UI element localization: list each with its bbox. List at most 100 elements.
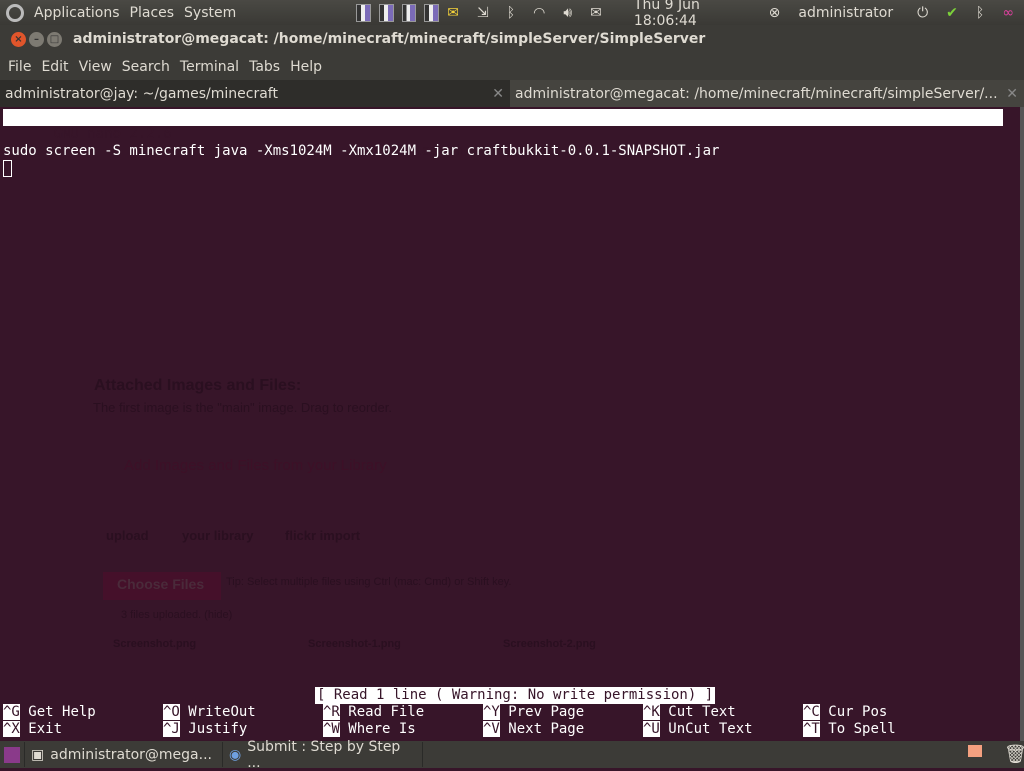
taskbar-label: Submit : Step by Step ... [247, 738, 401, 771]
terminal-tabs: administrator@jay: ~/games/minecraft ✕ a… [0, 80, 1024, 107]
notes-icon[interactable]: ✉ [447, 5, 459, 21]
shortcut-label: Cur Pos [828, 704, 888, 720]
power-icon[interactable]: ⏻ [917, 5, 928, 21]
shortcut-key: ^G [3, 704, 20, 720]
window-title: administrator@megacat: /home/minecraft/m… [73, 31, 706, 47]
menu-tabs[interactable]: Tabs [249, 59, 280, 75]
bg-subtext: The first image is the "main" image. Dra… [93, 400, 392, 415]
shortcut-label: Exit [28, 721, 63, 737]
menu-view[interactable]: View [79, 59, 112, 75]
top-panel: Applications Places System ✉ ⇲ ᛒ ◠ 🔊︎ ✉ … [0, 0, 1024, 29]
window-titlebar[interactable]: × – □ administrator@megacat: /home/minec… [0, 25, 1024, 53]
shortcut-label: Next Page [508, 721, 585, 737]
nano-version: GNU nano 2.2.6 [36, 126, 172, 142]
shortcut-key: ^R [323, 704, 340, 720]
file-content-line[interactable]: sudo screen -S minecraft java -Xms1024M … [3, 143, 719, 160]
user-menu[interactable]: administrator [798, 5, 893, 21]
shortcut-key: ^J [163, 721, 180, 737]
user-status-icon[interactable]: ⊗ [769, 5, 781, 21]
shortcut-key: ^U [643, 721, 660, 737]
shortcut-item[interactable]: ^K Cut Text [643, 704, 736, 721]
menu-system[interactable]: System [184, 5, 236, 21]
shortcut-label: UnCut Text [668, 721, 753, 737]
bg-file-1: Screenshot.png [113, 638, 197, 650]
show-desktop-icon [4, 746, 20, 763]
shortcut-label: Where Is [348, 721, 416, 737]
bottom-panel: ▣ administrator@mega... ◉ Submit : Step by… [0, 739, 1024, 771]
shortcut-label: To Spell [828, 721, 896, 737]
tab-jay[interactable]: administrator@jay: ~/games/minecraft ✕ [0, 80, 510, 107]
shortcut-item[interactable]: ^T To Spell [803, 721, 896, 738]
checkmark-icon[interactable]: ✔ [946, 5, 958, 21]
shortcut-item[interactable]: ^C Cur Pos [803, 704, 887, 721]
shortcut-label: Read File [348, 704, 425, 720]
show-desktop-button[interactable] [0, 742, 25, 767]
bluetooth-icon[interactable]: ᛒ [976, 5, 984, 21]
menu-file[interactable]: File [8, 59, 31, 75]
shortcut-item[interactable]: ^G Get Help [3, 704, 96, 721]
workspace-switcher[interactable] [968, 745, 982, 757]
shortcut-item[interactable]: ^U UnCut Text [643, 721, 753, 738]
menu-terminal[interactable]: Terminal [180, 59, 239, 75]
shortcut-key: ^X [3, 721, 20, 737]
volume-icon[interactable]: 🔊︎ [563, 5, 572, 21]
system-monitor-icon[interactable] [401, 3, 417, 22]
nano-header: GNU nano 2.2.6 File: launch.sh [3, 109, 1003, 159]
bluetooth-icon[interactable]: ᛒ [507, 5, 515, 21]
bg-file-2: Screenshot-1.png [308, 638, 401, 650]
ubuntu-logo-icon[interactable] [6, 3, 24, 22]
chrome-icon: ◉ [229, 746, 242, 763]
link-icon[interactable]: ∞ [1002, 5, 1014, 21]
nano-status: [ Read 1 line ( Warning: No write permis… [315, 687, 716, 704]
tab-megacat[interactable]: administrator@megacat: /home/minecraft/m… [510, 80, 1024, 107]
menu-edit[interactable]: Edit [41, 59, 68, 75]
terminal-area[interactable]: Attached Images and Files: The first ima… [0, 107, 1024, 741]
shortcut-label: Cut Text [668, 704, 736, 720]
tab-label: administrator@jay: ~/games/minecraft [5, 85, 278, 102]
shortcut-item[interactable]: ^J Justify [163, 721, 247, 738]
bg-tip: Tip: Select multiple files using Ctrl (m… [226, 576, 512, 588]
taskbar-terminal[interactable]: ▣ administrator@mega... [25, 742, 223, 767]
shortcut-item[interactable]: ^V Next Page [483, 721, 584, 738]
mail-icon[interactable]: ✉ [590, 5, 602, 21]
minimize-window-icon[interactable]: – [29, 31, 44, 47]
shortcut-label: WriteOut [188, 704, 256, 720]
menu-applications[interactable]: Applications [34, 5, 120, 21]
menu-places[interactable]: Places [130, 5, 175, 21]
bg-uploaded: 3 files uploaded. (hide) [121, 609, 233, 621]
shortcut-key: ^T [803, 721, 820, 737]
shortcut-item[interactable]: ^W Where Is [323, 721, 416, 738]
shortcut-item[interactable]: ^Y Prev Page [483, 704, 584, 721]
shortcut-key: ^Y [483, 704, 500, 720]
maximize-window-icon[interactable]: □ [47, 31, 62, 47]
close-window-icon[interactable]: × [11, 31, 26, 47]
bg-tab-upload: upload [106, 528, 149, 543]
shortcut-label: Get Help [28, 704, 96, 720]
menu-search[interactable]: Search [122, 59, 170, 75]
wifi-icon[interactable]: ◠ [533, 5, 545, 21]
taskbar-browser[interactable]: ◉ Submit : Step by Step ... [223, 739, 423, 771]
close-tab-icon[interactable]: ✕ [1006, 86, 1018, 102]
bg-choose-files: Choose Files [103, 572, 221, 600]
shortcut-item[interactable]: ^R Read File [323, 704, 424, 721]
bg-tab-library: your library [182, 528, 254, 543]
bg-tab-flickr: flickr import [285, 528, 361, 543]
terminal-icon: ▣ [31, 746, 45, 763]
update-icon[interactable]: ⇲ [477, 5, 489, 21]
system-monitor-icon[interactable] [378, 3, 394, 22]
shortcut-key: ^K [643, 704, 660, 720]
bg-heading: Attached Images and Files: [94, 377, 302, 394]
system-monitor-icon[interactable] [356, 3, 371, 22]
close-tab-icon[interactable]: ✕ [492, 86, 504, 102]
shortcut-item[interactable]: ^X Exit [3, 721, 62, 738]
shortcut-key: ^V [483, 721, 500, 737]
menu-help[interactable]: Help [290, 59, 322, 75]
taskbar-label: administrator@mega... [50, 746, 212, 763]
shortcut-item[interactable]: ^O WriteOut [163, 704, 256, 721]
tab-label: administrator@megacat: /home/minecraft/m… [515, 85, 998, 102]
scrollbar[interactable] [1020, 107, 1024, 741]
menubar: File Edit View Search Terminal Tabs Help [0, 53, 1024, 80]
system-monitor-icon[interactable] [424, 3, 440, 22]
trash-icon[interactable]: 🗑︎ [1004, 744, 1024, 765]
bg-file-3: Screenshot-2.png [503, 638, 596, 650]
